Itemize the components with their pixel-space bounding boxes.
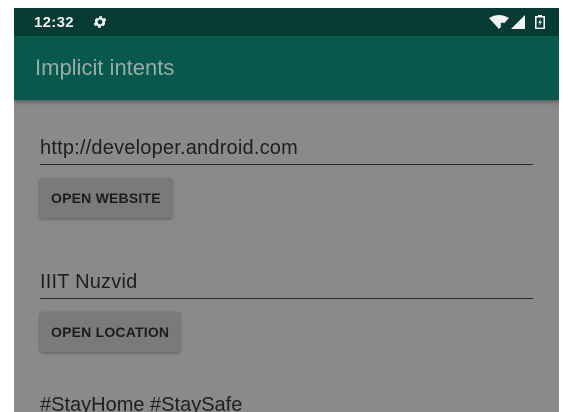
website-url-field[interactable]: http://developer.android.com — [40, 130, 533, 165]
wifi-icon — [489, 15, 509, 29]
content-area: http://developer.android.com OPEN WEBSIT… — [14, 100, 559, 412]
signal-icon — [511, 15, 525, 29]
location-field[interactable]: IIIT Nuzvid — [40, 264, 533, 299]
open-location-button[interactable]: OPEN LOCATION — [40, 312, 181, 352]
location-value: IIIT Nuzvid — [40, 271, 138, 293]
share-text-field[interactable]: #StayHome #StaySafe — [40, 394, 242, 412]
open-website-button[interactable]: OPEN WEBSITE — [40, 178, 172, 218]
status-bar: 12:32 — [14, 8, 559, 36]
status-icons — [489, 15, 545, 29]
phone-screen: 12:32 Implicit intents http://developer.… — [14, 8, 559, 412]
settings-gear-icon — [93, 16, 107, 28]
website-url-value: http://developer.android.com — [40, 137, 298, 159]
battery-icon — [535, 15, 545, 29]
status-time: 12:32 — [34, 14, 74, 31]
app-title: Implicit intents — [35, 55, 175, 80]
app-bar: Implicit intents — [14, 36, 559, 100]
